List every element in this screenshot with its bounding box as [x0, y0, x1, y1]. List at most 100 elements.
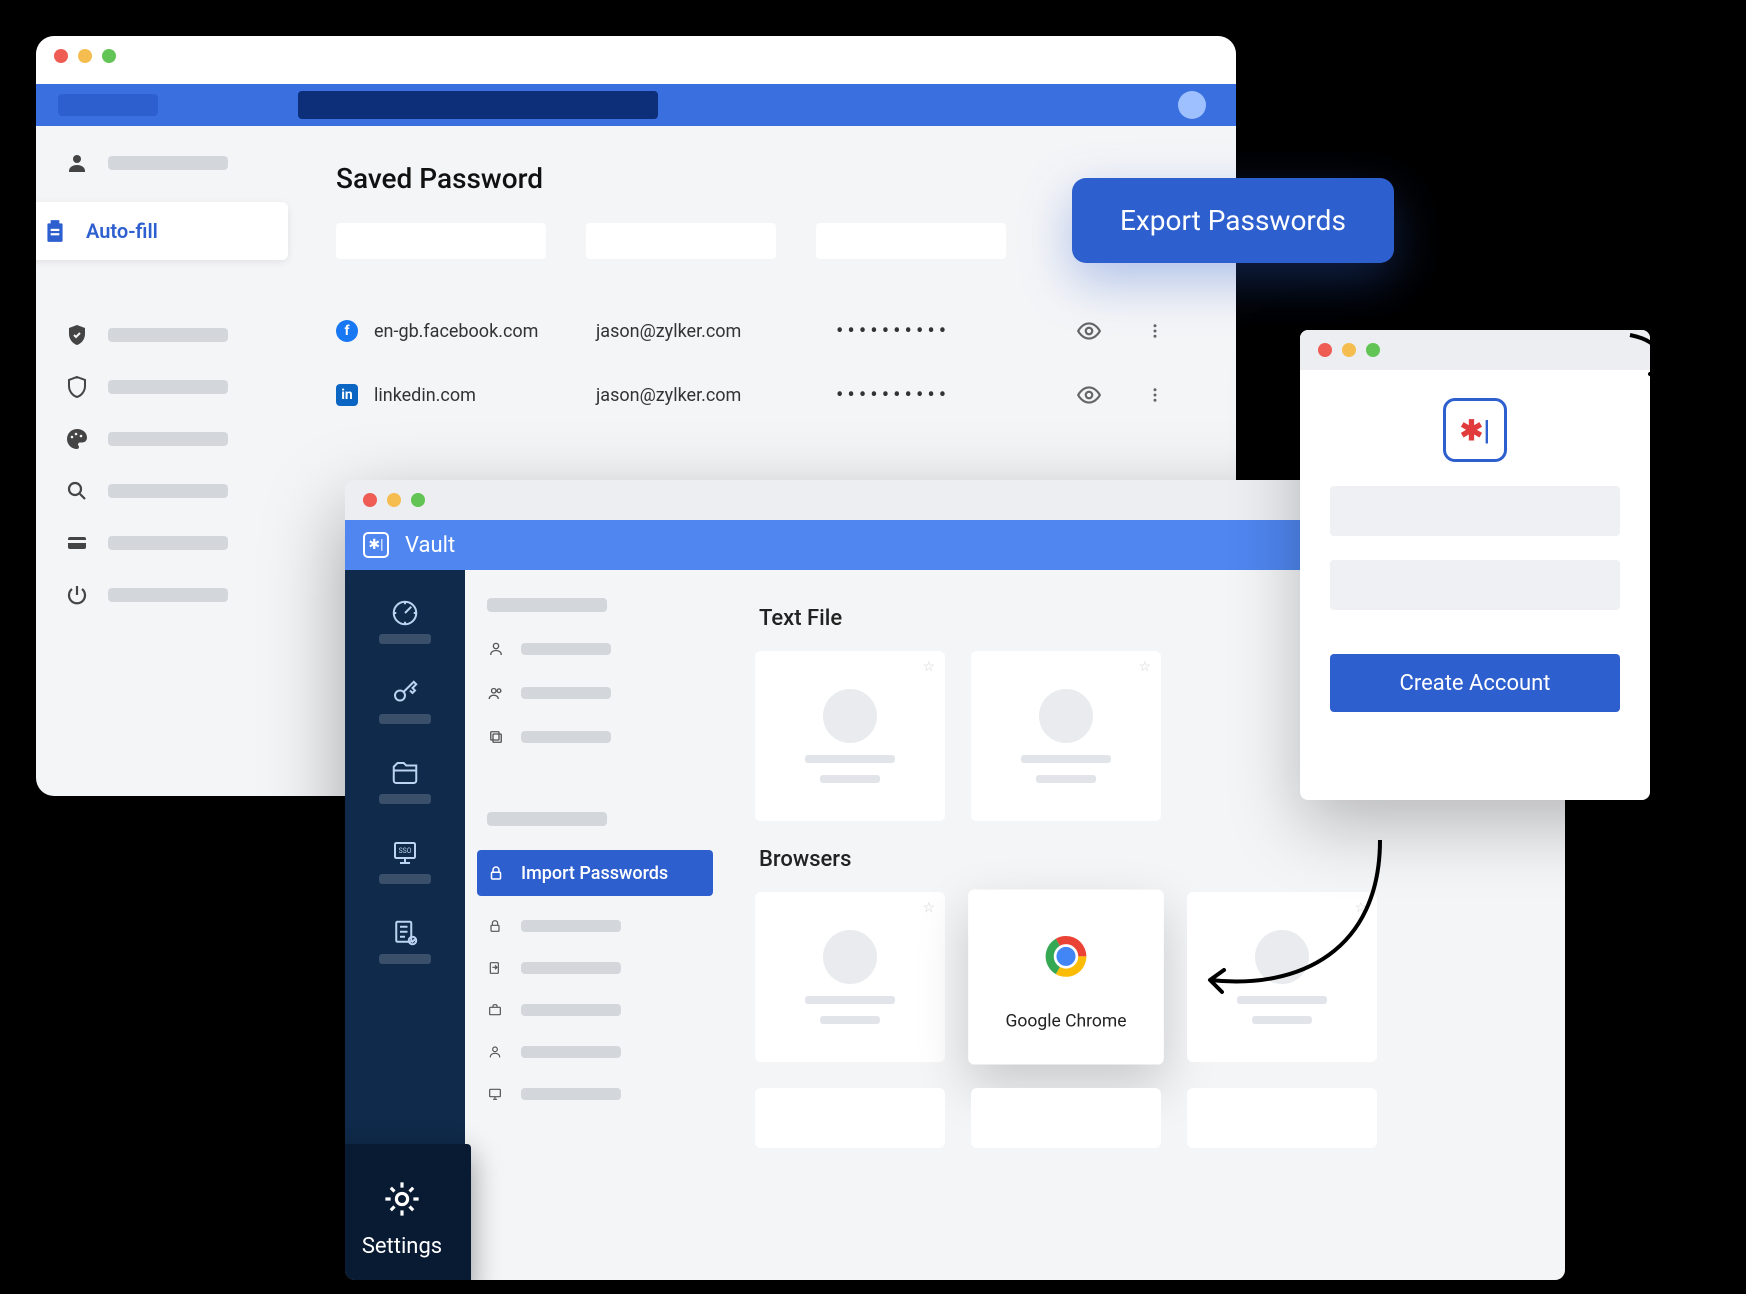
subnav-item-duplicate[interactable]: [477, 724, 713, 750]
password-row[interactable]: f en-gb.facebook.com jason@zylker.com ••…: [336, 299, 1196, 363]
arrow-export-to-signup-icon: [1610, 330, 1680, 400]
lock-outline-icon: [487, 918, 507, 934]
signup-field-1[interactable]: [1330, 486, 1620, 536]
address-bar-placeholder[interactable]: [298, 91, 658, 119]
arrow-signup-to-chrome-icon: [1180, 830, 1400, 1030]
close-icon[interactable]: [363, 493, 377, 507]
vault-safe-icon: ✱|: [1443, 398, 1507, 462]
profile-avatar[interactable]: [1178, 91, 1206, 119]
card-icon: [64, 530, 90, 556]
star-icon[interactable]: ☆: [1138, 659, 1151, 675]
subnav-item-shared[interactable]: [477, 680, 713, 706]
signup-window: ✱| Create Account: [1300, 330, 1650, 800]
subnav-item[interactable]: [477, 914, 713, 938]
import-card-chrome[interactable]: Google Chrome: [968, 889, 1164, 1064]
subnav-item[interactable]: [477, 956, 713, 980]
chrome-icon: [1032, 922, 1100, 990]
password-cell: ••••••••••: [836, 319, 1046, 344]
import-card[interactable]: ☆: [755, 651, 945, 821]
rail-item-settings[interactable]: Settings: [345, 1144, 471, 1280]
monitor-icon: [487, 1086, 507, 1102]
subnav-item[interactable]: [477, 1082, 713, 1106]
vault-rail: SSO Settings: [345, 570, 465, 1280]
more-icon[interactable]: [1146, 322, 1166, 340]
sidebar-item-privacy[interactable]: [50, 374, 282, 400]
username-cell: jason@zylker.com: [596, 321, 806, 342]
sidebar-autofill-label: Auto-fill: [86, 219, 158, 243]
import-card[interactable]: [971, 1088, 1161, 1148]
sidebar-item-search[interactable]: [50, 478, 282, 504]
facebook-icon: f: [336, 320, 358, 342]
signup-field-2[interactable]: [1330, 560, 1620, 610]
rail-settings-label: Settings: [362, 1234, 442, 1259]
vault-subnav: Import Passwords: [465, 570, 725, 1280]
subnav-group-label: [487, 812, 607, 826]
briefcase-icon: [487, 1002, 507, 1018]
star-icon[interactable]: ☆: [922, 900, 935, 916]
card-label: Google Chrome: [1005, 1011, 1126, 1032]
shield-check-icon: [64, 322, 90, 348]
subnav-item[interactable]: [477, 998, 713, 1022]
import-card[interactable]: ☆: [971, 651, 1161, 821]
section-title-browsers: Browsers: [759, 847, 1535, 872]
svg-text:SSO: SSO: [399, 847, 412, 855]
star-icon[interactable]: ☆: [922, 659, 935, 675]
sidebar-item-payments[interactable]: [50, 530, 282, 556]
sidebar-item-security[interactable]: [50, 322, 282, 348]
create-account-button[interactable]: Create Account: [1330, 654, 1620, 712]
table-header: [336, 223, 1196, 259]
browser-toolbar: [36, 84, 1236, 126]
users-icon: [487, 684, 507, 702]
close-icon[interactable]: [1318, 343, 1332, 357]
lock-icon: [487, 864, 507, 882]
rail-item-passwords[interactable]: [345, 670, 465, 732]
reveal-password-icon[interactable]: [1076, 318, 1116, 344]
minimize-icon[interactable]: [78, 49, 92, 63]
vault-logo-icon: ✱|: [363, 532, 389, 558]
minimize-icon[interactable]: [387, 493, 401, 507]
power-icon: [64, 582, 90, 608]
reveal-password-icon[interactable]: [1076, 382, 1116, 408]
clipboard-icon: [42, 218, 68, 244]
rail-item-sso[interactable]: SSO: [345, 830, 465, 892]
maximize-icon[interactable]: [411, 493, 425, 507]
vault-app-name: Vault: [405, 533, 455, 558]
close-icon[interactable]: [54, 49, 68, 63]
subnav-item-import-passwords[interactable]: Import Passwords: [477, 850, 713, 896]
page-title: Saved Password: [336, 162, 1196, 195]
sidebar-item-power[interactable]: [50, 582, 282, 608]
password-cell: ••••••••••: [836, 383, 1046, 408]
sidebar-item-account[interactable]: [50, 150, 282, 176]
maximize-icon[interactable]: [102, 49, 116, 63]
subnav-item-personal[interactable]: [477, 636, 713, 662]
subnav-group-label: [487, 598, 607, 612]
import-card[interactable]: [755, 1088, 945, 1148]
search-icon: [64, 478, 90, 504]
linkedin-icon: in: [336, 384, 358, 406]
rail-item-dashboard[interactable]: [345, 590, 465, 652]
subnav-import-label: Import Passwords: [521, 863, 668, 884]
username-cell: jason@zylker.com: [596, 385, 806, 406]
person-icon: [64, 150, 90, 176]
export-icon: [487, 960, 507, 976]
rail-item-audit[interactable]: [345, 910, 465, 972]
minimize-icon[interactable]: [1342, 343, 1356, 357]
sidebar-item-autofill[interactable]: Auto-fill: [36, 202, 288, 260]
user-icon: [487, 1044, 507, 1060]
site-name: en-gb.facebook.com: [374, 321, 538, 342]
window1-titlebar: [36, 36, 1236, 84]
maximize-icon[interactable]: [1366, 343, 1380, 357]
sidebar-item-appearance[interactable]: [50, 426, 282, 452]
window3-titlebar: [1300, 330, 1650, 370]
toolbar-placeholder: [58, 94, 158, 116]
export-passwords-button[interactable]: Export Passwords: [1072, 178, 1394, 263]
rail-item-folders[interactable]: [345, 750, 465, 812]
password-row[interactable]: in linkedin.com jason@zylker.com •••••••…: [336, 363, 1196, 427]
subnav-item[interactable]: [477, 1040, 713, 1064]
import-card[interactable]: [1187, 1088, 1377, 1148]
import-card[interactable]: ☆: [755, 892, 945, 1062]
more-icon[interactable]: [1146, 386, 1166, 404]
site-name: linkedin.com: [374, 385, 476, 406]
palette-icon: [64, 426, 90, 452]
user-outline-icon: [487, 640, 507, 658]
